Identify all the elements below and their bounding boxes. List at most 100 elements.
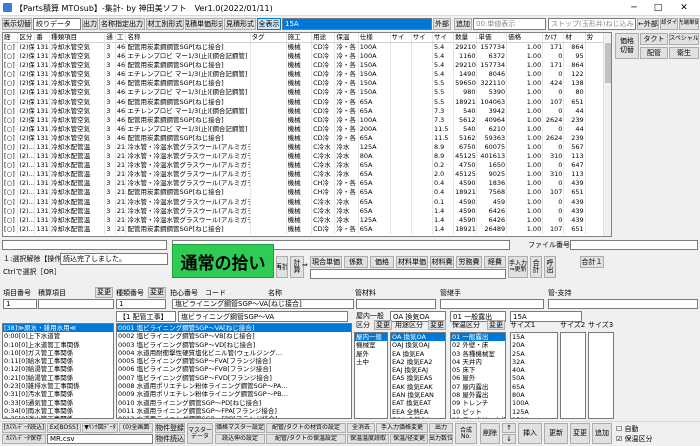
category-change-button[interactable]: 変更 <box>374 320 392 330</box>
add-button[interactable]: 追加 <box>454 18 472 30</box>
table-row[interactable]: [○](2)…131冷却水配管温321冷水管・冷温水管グラスウール(アルミガラス… <box>3 197 608 207</box>
grid-scrollbar[interactable] <box>603 33 611 236</box>
table-row[interactable]: [○] (2)保 131 冷却水管空気 3 46 エチレンプロビ マー1/3(止)[鋼合記鋼… <box>3 124 608 134</box>
file-number-input[interactable] <box>570 240 698 250</box>
external-left-button[interactable]: ←外部 <box>637 18 659 30</box>
list-item[interactable]: 25A <box>511 350 557 358</box>
list-item[interactable]: 0003 塩ビライニング鋼管SGP～VD[ねじ接合] <box>117 341 351 349</box>
list-item[interactable]: EAK 換気EAK <box>391 383 445 391</box>
list-item[interactable]: 機械室 <box>355 341 387 349</box>
insulation-size-button[interactable]: 保温/径変更 <box>390 434 428 444</box>
list-item[interactable]: EAS 換気EAS <box>391 374 445 382</box>
list-item[interactable]: 125A <box>511 408 557 416</box>
load-data-button[interactable]: [ｶｽﾏﾚﾃﾞｰﾀ読込] <box>2 423 46 433</box>
pipe-joint-input[interactable] <box>440 299 544 309</box>
insert-button[interactable]: 挿入 <box>518 423 542 444</box>
output-button[interactable]: 出力 <box>82 18 98 30</box>
list-item[interactable]: 0011 水道用ライニング鋼管SGP～FPA[フランジ接合] <box>117 407 351 415</box>
grid-header-5[interactable]: 工 <box>115 33 127 43</box>
table-row[interactable]: [○] (2)保 131 冷却水管空気 3 46 エチレンプロビ マー1/3(止)[鋼合記鋼… <box>3 106 608 116</box>
grid-header-9[interactable]: 用途 <box>311 33 336 43</box>
grid-header-0[interactable]: 経 <box>3 33 19 43</box>
list-item[interactable]: 10 ピット <box>451 408 505 416</box>
count-button[interactable]: 係数 <box>344 256 368 268</box>
auto-checkbox-label[interactable]: ☐ 自動 <box>616 426 639 433</box>
list-item[interactable]: 100A <box>511 399 557 407</box>
list-item[interactable]: 0:00[0]上下水道管 <box>3 332 113 340</box>
list-item[interactable]: 0:10[0]ガス管工事関係 <box>3 349 113 357</box>
search-input[interactable]: 15A <box>282 18 432 30</box>
current-unit-button[interactable]: 現合単価 <box>310 256 342 268</box>
all-display-button[interactable]: 全表示 <box>257 18 281 30</box>
item-change-button[interactable]: 変更 <box>95 287 113 298</box>
material-input[interactable] <box>356 299 436 309</box>
list-item[interactable]: 0:34[0]雨水管工事関係 <box>3 407 113 415</box>
list-item[interactable]: 06 屋外 <box>451 374 505 382</box>
list-item[interactable]: 32A <box>511 358 557 366</box>
display-switch-button[interactable]: 表示切替 <box>2 18 32 30</box>
kind-register-button[interactable]: 物件登録 <box>155 423 185 433</box>
list-item[interactable]: 0010 水道用ライニング鋼管SGP～PD[ねじ接合] <box>117 399 351 407</box>
use-change-button[interactable]: 変更 <box>428 320 446 330</box>
add-row-button[interactable]: 追加 <box>592 423 612 444</box>
list-item[interactable]: 0012 水道用ライニング鋼管SGP～FPB[フランジ接合] <box>117 415 351 418</box>
grid-header-13[interactable]: サイ <box>411 33 433 43</box>
move-down-button[interactable]: ↓ <box>502 434 516 444</box>
list-item[interactable]: 09 トレンチ <box>451 399 505 407</box>
table-row[interactable]: [○](2)…131冷却水配管温321冷水管・冷温水管グラスウール(アルミガラス… <box>3 142 608 153</box>
table-row[interactable]: [○](2)…131冷却水配管温321冷水管・冷温水管グラスウール(アルミガラス… <box>3 152 608 162</box>
list-item[interactable]: 03 各種機械室 <box>451 350 505 358</box>
price-master-button[interactable]: 価格マスター設定 <box>215 423 265 433</box>
grid-header-6[interactable]: 名称 <box>125 33 251 43</box>
list-item[interactable]: 04 天井内 <box>451 358 505 366</box>
estimate-price-format-button[interactable]: 見積単価形式 <box>185 18 223 30</box>
tact-button[interactable]: タクト <box>640 33 668 45</box>
read-settings-button[interactable]: 読込伸の設定 <box>215 434 265 444</box>
table-row[interactable]: [○] (2)保 131 冷却水管空気 3 46 配管用炭素鋼鋼管SGP[ねじ接合] 機械 CD… <box>3 97 608 107</box>
material-amount-button[interactable]: 材料費 <box>430 256 454 268</box>
parts-name-list[interactable]: 0001 塩ビライニング鋼管SGP～VA[ねじ接合] 0002 塩ビライニング鋼管… <box>116 323 352 419</box>
sanitary-button[interactable]: 衛生 <box>669 47 699 59</box>
indoor-list[interactable]: 屋内一般 機械室 屋外 土中 <box>354 332 388 419</box>
list-item[interactable]: 02 外壁・床 <box>451 341 505 349</box>
list-item[interactable]: EOA 全熱OA <box>391 416 445 418</box>
grid-header-3[interactable]: 種類項目 <box>49 33 106 43</box>
grid-header-12[interactable]: サイ <box>390 33 412 43</box>
table-row[interactable]: [○] (2)保 131 冷却水管空気 3 46 配管用炭素鋼鋼管SGP[ねじ接合] 機械 CD… <box>3 61 608 71</box>
list-item[interactable]: EAJ 換気EAJ <box>391 366 445 374</box>
table-row[interactable]: [○](2)…131冷却水配管温321冷水管・冷温水管グラスウール(アルミガラス… <box>3 161 608 171</box>
list-item[interactable]: OAJ 換気OAJ <box>391 341 445 349</box>
table-row[interactable]: [○](2)…131冷却水配管温321冷水管・冷温水管グラスウール(アルミガラス… <box>3 170 608 180</box>
list-item[interactable]: 0:12[0]給湯管工事関係 <box>3 365 113 373</box>
table-row[interactable]: [○](2)…131冷却水配管温321冷水管・冷温水管グラスウール(アルミガラス… <box>3 179 608 189</box>
size1-list[interactable]: 15A20A25A32A40A50A65A80A100A125A150A <box>510 332 558 419</box>
list-item[interactable]: 0:23[0]雑排水管工事関係 <box>3 382 113 390</box>
grid-scroll-thumb[interactable] <box>605 43 611 83</box>
list-item[interactable]: EAN 換気EAN <box>391 391 445 399</box>
special-button[interactable]: スペシャル <box>669 33 699 45</box>
list-item[interactable]: 50A <box>511 374 557 382</box>
list-item[interactable]: 15A <box>511 333 557 341</box>
list-item[interactable]: OA 換気OA <box>391 333 445 342</box>
list-item[interactable]: 0:11[0]給水管工事関係 <box>3 357 113 365</box>
table-row[interactable]: [○] (2)保 131 冷却水管空気 3 46 配管用炭素鋼鋼管SGP[ねじ接合] 機械 CD… <box>3 133 608 143</box>
kind-select[interactable]: 【1 配管工事】 <box>116 311 176 322</box>
labor-cost-button[interactable]: 労務費 <box>456 256 482 268</box>
grid-header-16[interactable]: 単価 <box>476 33 508 43</box>
clear-all-button[interactable]: 全消去 <box>347 423 375 433</box>
size2-list[interactable] <box>560 332 586 419</box>
total-one-button[interactable]: 合計１ <box>580 256 604 268</box>
list-item[interactable]: 01 一般露出 <box>451 333 505 342</box>
unit-select[interactable]: 00:単値表示 <box>473 18 546 30</box>
table-row[interactable]: [○] (2)… 131 冷却水配管温 3 21 配管用炭素鋼鋼管SGP[ねじ接合] 機械 CH… <box>3 188 608 198</box>
list-item[interactable]: 0005 塩ビライニング鋼管SGP～FVA[フランジ接合] <box>117 357 351 365</box>
item-no-input[interactable]: 1 <box>3 299 37 309</box>
list-item[interactable]: EA 換気EA <box>391 350 445 358</box>
list-item[interactable]: 0:35[0]消火管工事関係 <box>3 415 113 418</box>
pipe-support-input[interactable] <box>548 299 698 309</box>
grid-header-8[interactable]: 施工 <box>286 33 313 43</box>
manual-update-button[interactable]: 手入力 ⇒更新 <box>508 256 528 278</box>
name-spec-output-button[interactable]: 名称指定出力 <box>99 18 145 30</box>
list-item[interactable]: 05 床下 <box>451 366 505 374</box>
move-up-button[interactable]: ↑ <box>502 423 516 433</box>
